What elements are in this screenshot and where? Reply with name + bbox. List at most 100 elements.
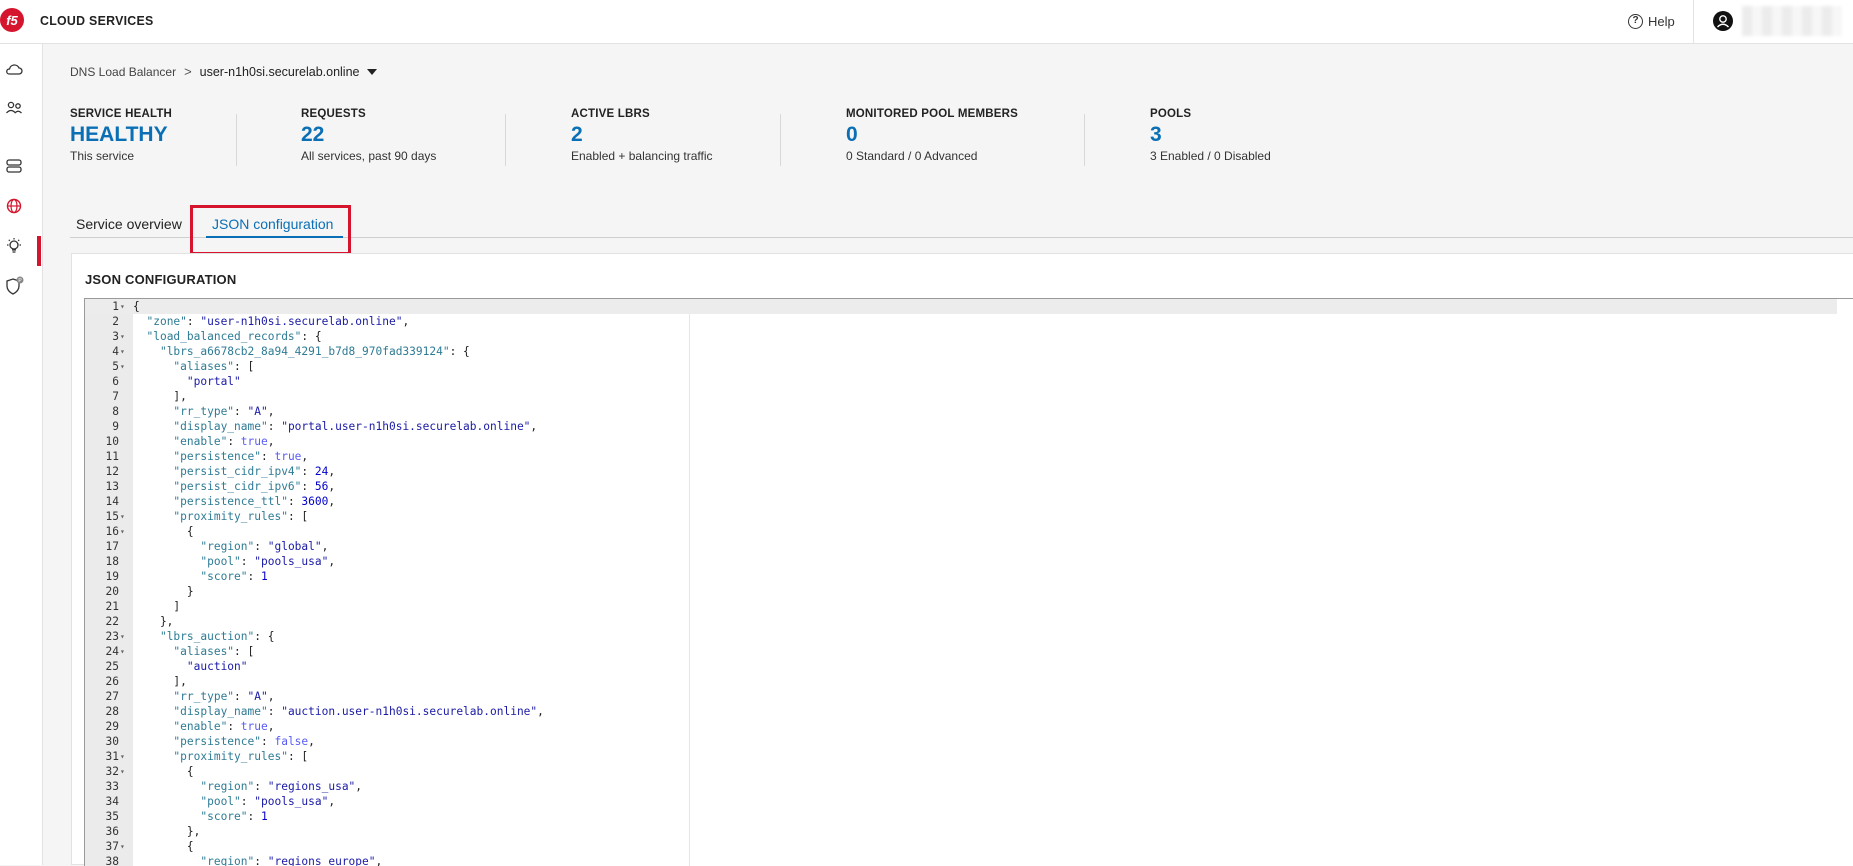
code-line[interactable]: 1 ▾ {	[85, 299, 1837, 314]
f5-logo-icon[interactable]: f5	[0, 2, 26, 38]
code-token: "enable"	[173, 720, 228, 733]
code-line[interactable]: 20 }	[85, 584, 1837, 599]
zone-dropdown-caret-icon[interactable]	[367, 68, 378, 75]
code-line[interactable]: 30 "persistence": false,	[85, 734, 1837, 749]
code-token: ,	[328, 555, 336, 568]
fold-toggle-icon[interactable]: ▾	[120, 359, 125, 374]
code-line[interactable]: 10 "enable": true,	[85, 434, 1837, 449]
globe-icon[interactable]	[4, 196, 24, 216]
code-token: ,	[301, 450, 309, 463]
code-line[interactable]: 27 "rr_type": "A",	[85, 689, 1837, 704]
code-line[interactable]: 21 ]	[85, 599, 1837, 614]
code-token: 1	[261, 810, 268, 823]
code-line[interactable]: 11 "persistence": true,	[85, 449, 1837, 464]
code-line[interactable]: 29 "enable": true,	[85, 719, 1837, 734]
code-token: },	[133, 825, 201, 838]
users-icon[interactable]	[4, 98, 24, 118]
fold-toggle-icon[interactable]: ▾	[120, 839, 125, 854]
code-text: ],	[133, 674, 186, 689]
line-number: 9	[112, 420, 119, 433]
json-code-editor[interactable]: 1 ▾{2 "zone": "user-n1h0si.securelab.onli…	[84, 298, 1853, 866]
stat-monitored-pool-members: MONITORED POOL MEMBERS 0 0 Standard / 0 …	[846, 108, 1018, 163]
line-number: 10	[105, 435, 119, 448]
code-token: "score"	[200, 810, 248, 823]
fold-toggle-icon[interactable]: ▾	[120, 329, 125, 344]
code-lines[interactable]: 1 ▾{2 "zone": "user-n1h0si.securelab.onli…	[85, 299, 1837, 866]
code-line[interactable]: 37 ▾ {	[85, 839, 1837, 854]
code-line[interactable]: 25 "auction"	[85, 659, 1837, 674]
code-line[interactable]: 24 ▾ "aliases": [	[85, 644, 1837, 659]
code-text: {	[133, 839, 194, 854]
fold-toggle-icon[interactable]: ▾	[120, 749, 125, 764]
stat-subtext: All services, past 90 days	[301, 149, 437, 163]
fold-toggle-icon[interactable]: ▾	[120, 629, 125, 644]
code-line[interactable]: 19 "score": 1	[85, 569, 1837, 584]
code-line[interactable]: 36 },	[85, 824, 1837, 839]
bulb-icon[interactable]	[4, 236, 24, 256]
code-line[interactable]: 38 "region": "regions_europe",	[85, 854, 1837, 866]
code-line[interactable]: 4 ▾ "lbrs_a6678cb2_8a94_4291_b7d8_970fad3…	[85, 344, 1837, 359]
code-text: {	[133, 764, 194, 779]
code-text: "persistence": true,	[133, 449, 308, 464]
servers-icon[interactable]	[4, 156, 24, 176]
code-line[interactable]: 34 "pool": "pools_usa",	[85, 794, 1837, 809]
code-token: ,	[328, 495, 336, 508]
rail-active-indicator	[37, 236, 41, 266]
code-line[interactable]: 2 "zone": "user-n1h0si.securelab.online"…	[85, 314, 1837, 329]
fold-toggle-icon[interactable]: ▾	[120, 299, 125, 314]
line-number: 14	[105, 495, 119, 508]
code-line[interactable]: 33 "region": "regions_usa",	[85, 779, 1837, 794]
code-line[interactable]: 15 ▾ "proximity_rules": [	[85, 509, 1837, 524]
code-line[interactable]: 7 ],	[85, 389, 1837, 404]
code-line[interactable]: 8 "rr_type": "A",	[85, 404, 1837, 419]
shield-icon[interactable]: P	[4, 276, 24, 296]
code-line[interactable]: 32 ▾ {	[85, 764, 1837, 779]
code-line[interactable]: 5 ▾ "aliases": [	[85, 359, 1837, 374]
code-line[interactable]: 31 ▾ "proximity_rules": [	[85, 749, 1837, 764]
user-avatar-icon[interactable]	[1713, 11, 1733, 31]
tab-service-overview[interactable]: Service overview	[76, 216, 182, 232]
line-number: 35	[105, 810, 119, 823]
user-name-redacted[interactable]	[1742, 6, 1842, 36]
code-line[interactable]: 28 "display_name": "auction.user-n1h0si.…	[85, 704, 1837, 719]
fold-toggle-icon[interactable]: ▾	[120, 644, 125, 659]
code-line[interactable]: 12 "persist_cidr_ipv4": 24,	[85, 464, 1837, 479]
code-text: "persistence_ttl": 3600,	[133, 494, 335, 509]
code-token: ,	[537, 705, 544, 718]
code-line[interactable]: 3 ▾ "load_balanced_records": {	[85, 329, 1837, 344]
code-token: "portal.user-n1h0si.securelab.online"	[281, 420, 531, 433]
breadcrumb-parent-link[interactable]: DNS Load Balancer	[70, 65, 176, 79]
fold-toggle-icon[interactable]: ▾	[120, 764, 125, 779]
code-line[interactable]: 18 "pool": "pools_usa",	[85, 554, 1837, 569]
stat-subtext: This service	[70, 149, 135, 163]
fold-toggle-icon[interactable]: ▾	[120, 344, 125, 359]
code-line[interactable]: 22 },	[85, 614, 1837, 629]
code-token: "aliases"	[173, 360, 235, 373]
logo-text: f5	[6, 13, 18, 28]
cloud-icon[interactable]	[4, 60, 24, 80]
code-line[interactable]: 9 "display_name": "portal.user-n1h0si.se…	[85, 419, 1837, 434]
code-token: 56	[314, 480, 329, 493]
code-line[interactable]: 26 ],	[85, 674, 1837, 689]
fold-toggle-icon[interactable]: ▾	[120, 509, 125, 524]
fold-toggle-icon[interactable]: ▾	[120, 524, 125, 539]
code-line[interactable]: 13 "persist_cidr_ipv6": 56,	[85, 479, 1837, 494]
code-token: :	[287, 495, 302, 508]
code-line[interactable]: 35 "score": 1	[85, 809, 1837, 824]
code-line[interactable]: 17 "region": "global",	[85, 539, 1837, 554]
code-line[interactable]: 23 ▾ "lbrs_auction": {	[85, 629, 1837, 644]
help-button[interactable]: ? Help	[1628, 11, 1675, 31]
code-line[interactable]: 14 "persistence_ttl": 3600,	[85, 494, 1837, 509]
code-line[interactable]: 6 "portal"	[85, 374, 1837, 389]
code-token: : {	[254, 630, 275, 643]
code-text: "score": 1	[133, 569, 267, 584]
code-line[interactable]: 16 ▾ {	[85, 524, 1837, 539]
breadcrumb-current-zone[interactable]: user-n1h0si.securelab.online	[200, 65, 360, 79]
